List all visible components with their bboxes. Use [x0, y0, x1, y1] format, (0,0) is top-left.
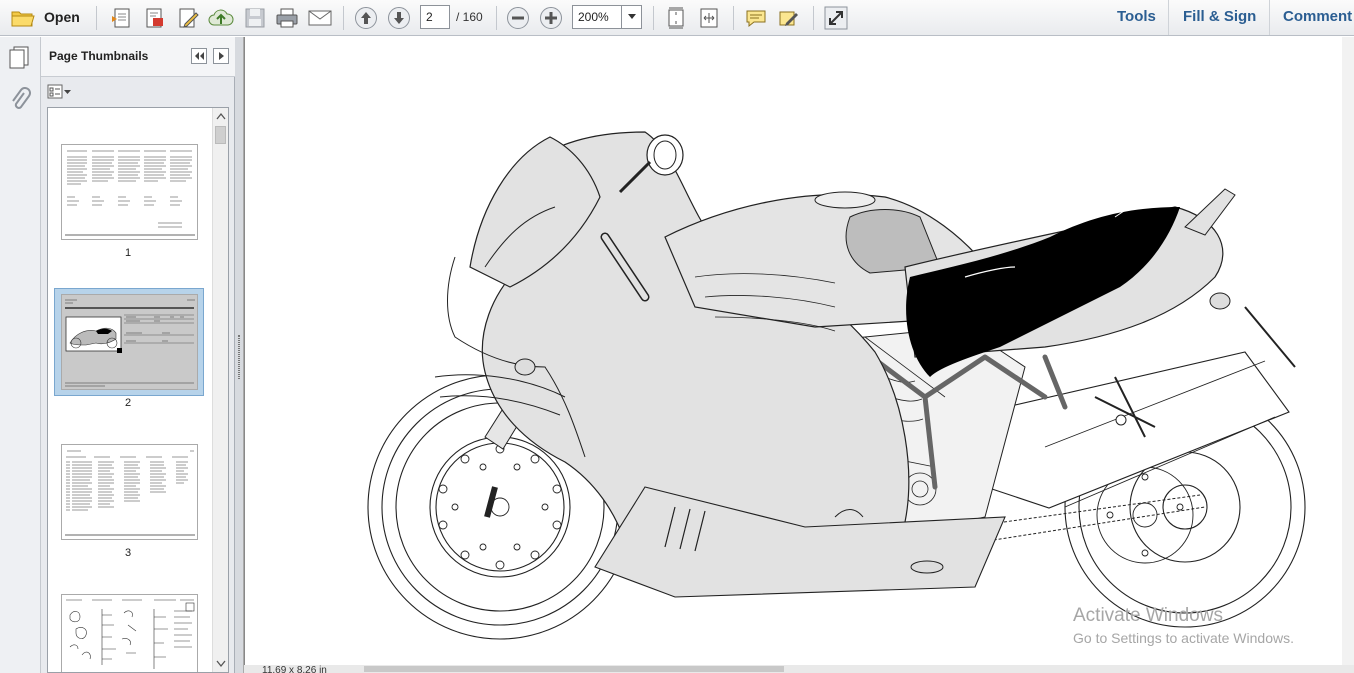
watermark-subtitle: Go to Settings to activate Windows.: [1073, 630, 1294, 646]
scroll-up-arrow-icon[interactable]: [216, 112, 226, 120]
zoom-in-icon[interactable]: [537, 4, 565, 31]
fit-page-icon[interactable]: [662, 4, 690, 31]
motorcycle-illustration: [367, 131, 1306, 640]
edit-pdf-icon[interactable]: [173, 4, 203, 31]
zoom-out-icon[interactable]: [504, 4, 532, 31]
thumbnail-panel-header: Page Thumbnails: [41, 37, 235, 77]
email-icon[interactable]: [305, 4, 335, 31]
upload-cloud-icon[interactable]: [206, 4, 236, 31]
tools-tab[interactable]: Tools: [1117, 8, 1156, 25]
export-pdf-icon[interactable]: [139, 4, 169, 31]
collapse-panel-icon[interactable]: [191, 48, 207, 64]
next-page-icon[interactable]: [385, 4, 413, 31]
page-size-readout: 11,69 x 8,26 in: [258, 665, 331, 673]
navigation-pane-strip: [0, 37, 41, 673]
panel-title: Page Thumbnails: [49, 49, 149, 63]
thumbnail-scrollbar-thumb[interactable]: [215, 126, 226, 144]
zoom-input[interactable]: 200%: [572, 5, 622, 29]
document-horizontal-scrollbar[interactable]: [244, 665, 1354, 673]
thumbnail-number: 3: [124, 547, 132, 559]
thumbnail-number: 1: [124, 247, 132, 259]
thumbnail-scrollbar[interactable]: [212, 108, 228, 672]
thumbnail-page-4[interactable]: [61, 594, 198, 672]
previous-page-icon[interactable]: [352, 4, 380, 31]
activate-windows-watermark: Activate Windows Go to Settings to activ…: [1073, 605, 1294, 646]
thumbnail-page-3[interactable]: [61, 444, 198, 540]
thumbnail-list[interactable]: 1 2 3: [47, 107, 229, 673]
page-thumbnails-icon[interactable]: [7, 45, 33, 72]
open-button[interactable]: Open: [44, 9, 80, 25]
panel-menu-arrow-icon[interactable]: [213, 48, 229, 64]
watermark-title: Activate Windows: [1073, 605, 1223, 626]
full-screen-fit-icon[interactable]: [695, 4, 723, 31]
thumbnail-number: 2: [124, 397, 132, 409]
highlight-pen-icon[interactable]: [775, 4, 803, 31]
thumbnail-page-2[interactable]: [61, 294, 198, 390]
thumbnail-page-1[interactable]: [61, 144, 198, 240]
main-toolbar: Open 2 / 160 200% Tools Fill & Sign Comm…: [0, 0, 1354, 36]
page-total: / 160: [456, 10, 483, 24]
thumbnail-options-icon[interactable]: [47, 83, 73, 101]
save-icon[interactable]: [240, 4, 270, 31]
document-vertical-scrollbar[interactable]: [1342, 37, 1354, 667]
expand-icon[interactable]: [822, 4, 850, 31]
zoom-dropdown[interactable]: [621, 5, 642, 29]
open-folder-icon[interactable]: [8, 4, 38, 31]
print-icon[interactable]: [272, 4, 302, 31]
attachment-paperclip-icon[interactable]: [9, 87, 31, 116]
comment-bubble-icon[interactable]: [742, 4, 770, 31]
comment-tab[interactable]: Comment: [1283, 8, 1352, 25]
horizontal-scrollbar-thumb[interactable]: [364, 666, 784, 672]
create-pdf-icon[interactable]: [106, 4, 136, 31]
page-number-input[interactable]: 2: [420, 5, 450, 29]
fill-sign-tab[interactable]: Fill & Sign: [1183, 8, 1256, 25]
chevron-down-icon: [628, 14, 636, 19]
scroll-down-arrow-icon[interactable]: [216, 660, 226, 668]
thumbnail-panel: Page Thumbnails 1 2 3: [41, 37, 235, 673]
document-view[interactable]: [244, 37, 1354, 667]
panel-splitter[interactable]: [235, 37, 244, 673]
pdf-viewer-window: Open 2 / 160 200% Tools Fill & Sign Comm…: [0, 0, 1354, 673]
